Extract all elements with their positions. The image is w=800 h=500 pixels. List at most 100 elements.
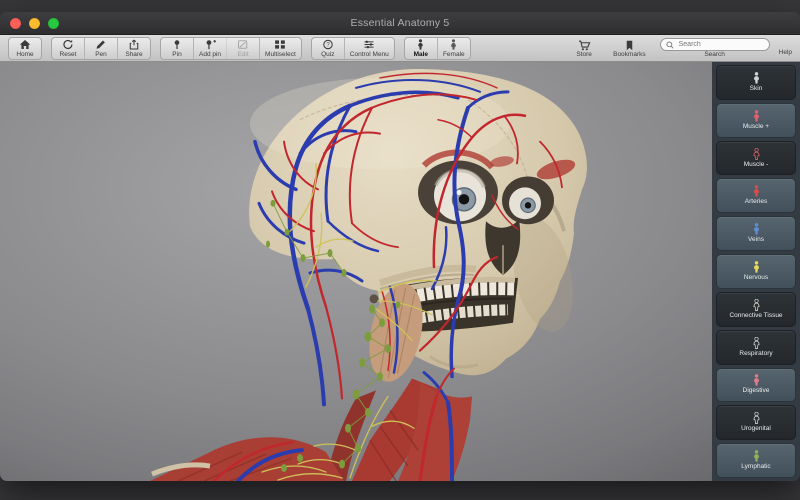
toolbar-item-label: Edit — [237, 51, 248, 59]
toolbar-item-label: Pen — [95, 51, 107, 59]
toolbar-group-home: Home — [8, 37, 42, 60]
body-system-icon — [752, 374, 761, 386]
system-button-label: Connective Tissue — [729, 312, 782, 320]
minimize-window-button[interactable] — [29, 18, 40, 29]
system-button-label: Nervous — [744, 274, 768, 282]
edit-pin-button[interactable]: Edit — [226, 38, 259, 59]
system-button-label: Skin — [750, 85, 763, 93]
title-bar: Essential Anatomy 5 — [0, 12, 800, 35]
bookmarks-button[interactable]: Bookmarks — [608, 38, 651, 59]
reset-button[interactable]: Reset — [52, 38, 84, 59]
pen-icon — [95, 39, 107, 51]
toolbar-item-label: Store — [576, 51, 592, 59]
quiz-icon: ? — [322, 39, 334, 51]
system-button-label: Urogenital — [741, 425, 771, 433]
system-button-label: Lymphatic — [741, 463, 770, 471]
anatomy-3d-model[interactable] — [0, 62, 712, 481]
system-button-lymphatic[interactable]: Lymphatic — [716, 443, 796, 478]
share-button[interactable]: Share — [117, 38, 150, 59]
edit-pin-icon — [237, 39, 249, 51]
body-system-icon — [752, 450, 761, 462]
female-model-button[interactable]: Female — [437, 38, 470, 59]
system-button-label: Arteries — [745, 198, 767, 206]
toolbar-group-edit: Reset Pen Share — [51, 37, 151, 60]
content-area: Skin Muscle + Muscle - Arteries Veins Ne — [0, 62, 800, 481]
toolbar-item-label: Quiz — [321, 51, 334, 59]
svg-text:?: ? — [326, 43, 330, 49]
body-system-icon — [752, 185, 761, 197]
home-icon — [19, 39, 31, 51]
system-button-label: Veins — [748, 236, 764, 244]
home-button[interactable]: Home — [9, 38, 41, 59]
control-menu-button[interactable]: Control Menu — [344, 38, 394, 59]
toolbar-item-label: Pin — [172, 51, 181, 59]
multiselect-button[interactable]: Multiselect — [259, 38, 301, 59]
body-system-icon — [752, 337, 761, 349]
toolbar-group-model: Male Female — [404, 37, 471, 60]
body-system-icon — [752, 299, 761, 311]
toolbar-item-label: Add pin — [199, 51, 221, 59]
search-icon — [666, 41, 674, 49]
system-button-skin[interactable]: Skin — [716, 65, 796, 100]
help-button[interactable]: Help — [779, 49, 792, 59]
multiselect-icon — [274, 39, 286, 51]
store-button[interactable]: Store — [568, 38, 600, 59]
toolbar-item-label: Home — [16, 51, 33, 59]
female-icon — [449, 39, 458, 51]
store-cart-icon — [578, 39, 591, 51]
system-button-connective-tissue[interactable]: Connective Tissue — [716, 292, 796, 327]
pen-button[interactable]: Pen — [84, 38, 117, 59]
body-system-icon — [752, 223, 761, 235]
toolbar-item-label: Reset — [60, 51, 77, 59]
body-system-icon — [752, 148, 761, 160]
share-icon — [128, 39, 140, 51]
body-system-icon — [752, 412, 761, 424]
system-button-urogenital[interactable]: Urogenital — [716, 405, 796, 440]
quiz-button[interactable]: ? Quiz — [312, 38, 344, 59]
control-menu-icon — [363, 39, 375, 51]
system-button-arteries[interactable]: Arteries — [716, 178, 796, 213]
toolbar-item-label: Multiselect — [265, 51, 296, 59]
system-button-muscle-minus[interactable]: Muscle - — [716, 141, 796, 176]
search-label-row: Search — [659, 51, 771, 59]
body-system-icon — [752, 261, 761, 273]
bookmarks-icon — [624, 39, 635, 51]
system-button-digestive[interactable]: Digestive — [716, 368, 796, 403]
toolbar-item-label: Share — [125, 51, 142, 59]
pin-button[interactable]: Pin — [161, 38, 193, 59]
add-pin-icon — [204, 39, 217, 51]
body-system-icon — [752, 72, 761, 84]
system-button-veins[interactable]: Veins — [716, 216, 796, 251]
search-area: Search — [659, 38, 771, 59]
toolbar-group-tools: ? Quiz Control Menu — [311, 37, 395, 60]
zoom-window-button[interactable] — [48, 18, 59, 29]
system-button-muscle-plus[interactable]: Muscle + — [716, 103, 796, 138]
system-button-respiratory[interactable]: Respiratory — [716, 330, 796, 365]
system-button-label: Muscle - — [744, 161, 769, 169]
male-icon — [416, 39, 425, 51]
window-title: Essential Anatomy 5 — [351, 17, 450, 29]
toolbar-item-label: Bookmarks — [613, 51, 646, 59]
male-model-button[interactable]: Male — [405, 38, 437, 59]
system-button-label: Digestive — [743, 387, 770, 395]
main-toolbar: Home Reset Pen Share Pin — [0, 35, 800, 62]
systems-panel: Skin Muscle + Muscle - Arteries Veins Ne — [712, 62, 800, 481]
system-button-label: Muscle + — [743, 123, 769, 131]
toolbar-right-cluster: Store Bookmarks Search Help — [568, 37, 792, 59]
search-label: Search — [659, 51, 771, 59]
body-system-icon — [752, 110, 761, 122]
model-viewport[interactable] — [0, 62, 712, 481]
add-pin-button[interactable]: Add pin — [193, 38, 226, 59]
pin-icon — [171, 39, 183, 51]
toolbar-group-pins: Pin Add pin Edit Multiselect — [160, 37, 302, 60]
app-window: Essential Anatomy 5 Home Reset Pen Share — [0, 12, 800, 481]
close-window-button[interactable] — [10, 18, 21, 29]
toolbar-item-label: Control Menu — [350, 51, 389, 59]
toolbar-item-label: Female — [443, 51, 465, 59]
search-input[interactable] — [677, 40, 764, 49]
toolbar-item-label: Male — [414, 51, 428, 59]
window-controls — [10, 12, 59, 34]
reset-icon — [62, 39, 74, 51]
search-field[interactable] — [660, 38, 770, 51]
system-button-nervous[interactable]: Nervous — [716, 254, 796, 289]
